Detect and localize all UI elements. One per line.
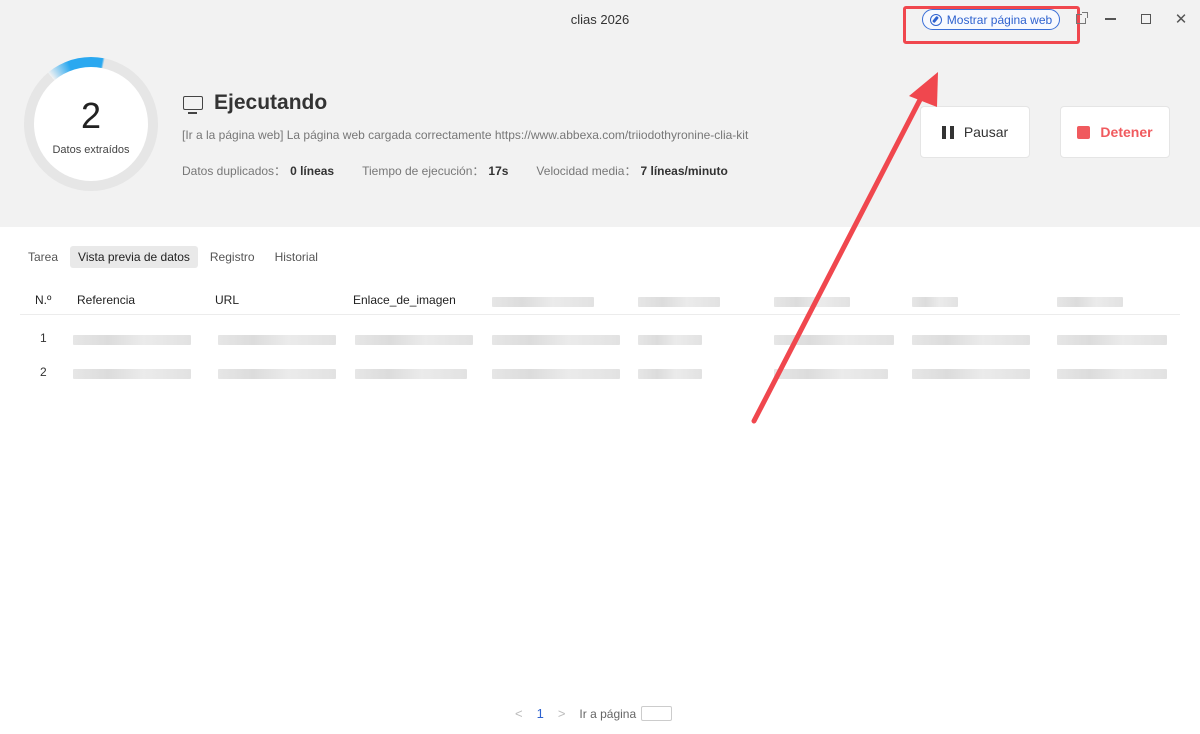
blurred-cell: [218, 369, 336, 379]
blurred-cell: [1057, 335, 1167, 345]
status-title: Ejecutando: [214, 91, 328, 114]
stop-label: Detener: [1100, 124, 1153, 140]
tab-bar: Tarea Vista previa de datos Registro His…: [20, 246, 326, 268]
stat-speed: Velocidad media： 7 líneas/minuto: [536, 164, 728, 178]
pause-button[interactable]: Pausar: [920, 106, 1030, 158]
blurred-cell: [912, 335, 1030, 345]
column-header-reference: Referencia: [77, 293, 136, 307]
blurred-cell: [73, 335, 191, 345]
blurred-cell: [1057, 369, 1167, 379]
column-header-image-link: Enlace_de_imagen: [353, 293, 456, 307]
popout-icon[interactable]: [1072, 10, 1090, 28]
blurred-header: [1057, 297, 1123, 307]
table-row[interactable]: 2: [20, 357, 1180, 391]
goto-page-label: Ir a página: [579, 706, 637, 721]
stats-row: Datos duplicados： 0 líneas Tiempo de ejec…: [182, 162, 756, 179]
status-message: [Ir a la página web] La página web carga…: [182, 128, 749, 142]
table-header: N.º Referencia URL Enlace_de_imagen: [20, 287, 1180, 315]
minimize-icon[interactable]: [1101, 10, 1119, 28]
blurred-cell: [638, 335, 702, 345]
progress-ring: 2 Datos extraídos: [24, 57, 158, 191]
tab-tarea[interactable]: Tarea: [20, 246, 66, 268]
maximize-icon[interactable]: [1137, 10, 1155, 28]
chevron-right-icon[interactable]: >: [558, 706, 566, 721]
blurred-cell: [355, 369, 467, 379]
pagination: < 1 > Ir a página: [515, 706, 673, 721]
pause-label: Pausar: [963, 124, 1009, 140]
goto-page-input[interactable]: [641, 706, 673, 721]
chevron-left-icon[interactable]: <: [515, 706, 523, 721]
page-number[interactable]: 1: [537, 706, 544, 721]
stop-icon: [1077, 125, 1091, 139]
stat-duplicates: Datos duplicados： 0 líneas: [182, 164, 335, 178]
close-icon[interactable]: ✕: [1172, 10, 1190, 28]
blurred-cell: [73, 369, 191, 379]
blurred-cell: [774, 335, 894, 345]
blurred-cell: [492, 335, 620, 345]
blurred-header: [774, 297, 850, 307]
table-row[interactable]: 1: [20, 323, 1180, 357]
blurred-cell: [218, 335, 336, 345]
goto-page: Ir a página: [579, 706, 673, 721]
blurred-cell: [774, 369, 888, 379]
blurred-header: [492, 297, 594, 307]
tab-data-preview[interactable]: Vista previa de datos: [70, 246, 198, 268]
data-table: N.º Referencia URL Enlace_de_imagen 1 2: [20, 287, 1180, 391]
blurred-cell: [492, 369, 620, 379]
blurred-cell: [638, 369, 702, 379]
blurred-cell: [912, 369, 1030, 379]
row-number: 1: [40, 331, 47, 345]
highlight-annotation: [903, 6, 1080, 44]
extracted-count: 2: [80, 95, 102, 136]
blurred-cell: [355, 335, 473, 345]
stat-runtime: Tiempo de ejecución： 17s: [362, 164, 509, 178]
stop-button[interactable]: Detener: [1060, 106, 1170, 158]
tab-historial[interactable]: Historial: [267, 246, 326, 268]
tab-registro[interactable]: Registro: [202, 246, 263, 268]
monitor-icon: [183, 96, 203, 114]
blurred-header: [638, 297, 720, 307]
row-number: 2: [40, 365, 47, 379]
blurred-header: [912, 297, 958, 307]
column-header-url: URL: [215, 293, 240, 307]
pause-icon: [941, 125, 954, 139]
column-header-num: N.º: [35, 293, 52, 307]
extracted-count-label: Datos extraídos: [52, 144, 130, 156]
